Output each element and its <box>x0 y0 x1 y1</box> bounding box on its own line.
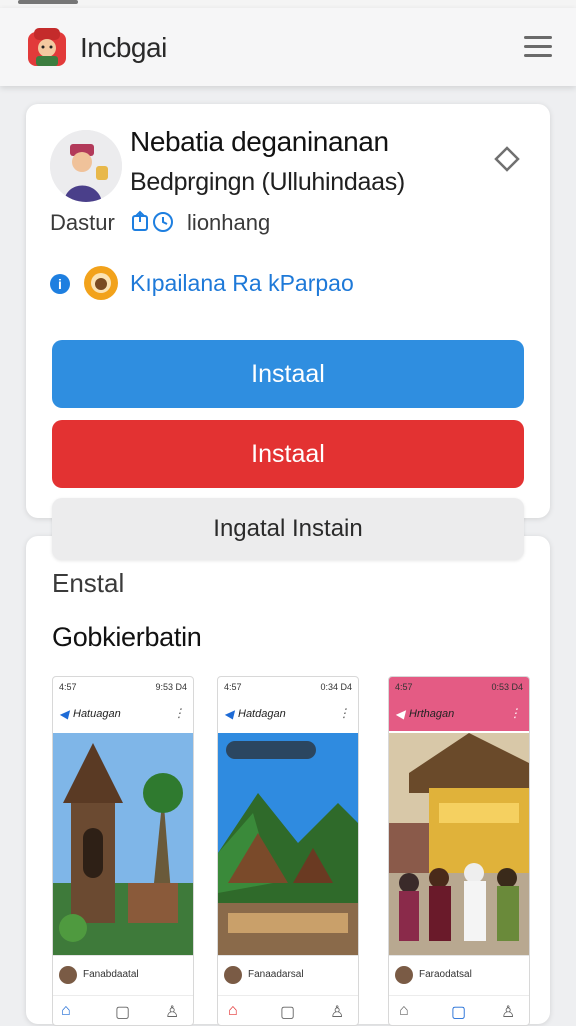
info-icon: i <box>50 274 70 294</box>
screenshot-caption: Fanaadarsal <box>248 969 304 980</box>
screenshot-header: ◀ Hatuagan ⋮ <box>53 697 193 731</box>
screenshot-time: 4:57 <box>395 682 413 692</box>
screenshot-caption-row: Fanabdaatal <box>53 955 193 996</box>
home-icon: ⌂ <box>399 1002 409 1019</box>
screenshot-status: 9:53 D4 <box>155 682 187 692</box>
back-arrow-icon: ◀ <box>59 707 69 721</box>
screenshot-caption-row: Faraodatsal <box>389 955 529 996</box>
avatar <box>395 966 413 984</box>
screenshot-header: ◀ Hatdagan ⋮ <box>218 697 358 731</box>
screenshot-time: 4:57 <box>59 682 77 692</box>
app-bar-title: Incbgai <box>80 32 167 63</box>
back-arrow-icon: ◀ <box>395 707 405 721</box>
back-arrow-icon: ◀ <box>224 707 234 721</box>
hamburger-menu-icon[interactable] <box>524 36 552 58</box>
app-icon <box>50 130 122 202</box>
more-icon: ⋮ <box>173 706 185 720</box>
install-button-secondary[interactable]: Instaal <box>52 420 524 488</box>
profile-icon: ♙ <box>330 1004 345 1021</box>
screenshot-title: Hatdagan <box>238 708 286 720</box>
install-button-tertiary[interactable]: Ingatal Instain <box>52 498 524 560</box>
avatar <box>59 966 77 984</box>
screenshot-nav: ⌂ ▢ ♙ <box>218 995 358 1025</box>
wishlist-icon[interactable] <box>492 144 522 174</box>
app-version: lionhang <box>187 210 271 235</box>
screenshot-time: 4:57 <box>224 682 242 692</box>
apps-icon: ▢ <box>280 1004 296 1021</box>
avatar <box>224 966 242 984</box>
app-bar: Incbgai <box>0 8 576 86</box>
screenshot-nav: ⌂ ▢ ♙ <box>53 995 193 1025</box>
screenshot-caption: Fanabdaatal <box>83 969 139 980</box>
screenshot-status: 0:34 D4 <box>320 682 352 692</box>
profile-icon: ♙ <box>165 1004 180 1021</box>
status-bar <box>0 0 576 13</box>
screenshot-caption: Faraodatsal <box>419 969 472 980</box>
screenshot-photo <box>389 733 529 955</box>
status-icons <box>496 0 558 13</box>
screenshot-status: 0:53 D4 <box>491 682 523 692</box>
screenshot-photo <box>218 733 358 955</box>
app-meta: Dastur lionhang <box>50 210 270 238</box>
screenshot-status-bar: 4:57 0:53 D4 <box>389 677 529 697</box>
home-icon: ⌂ <box>61 1002 71 1019</box>
profile-icon: ♙ <box>501 1004 516 1021</box>
more-icon: ⋮ <box>338 706 350 720</box>
update-icon <box>131 210 175 238</box>
apps-icon: ▢ <box>115 1004 131 1021</box>
screenshot-2[interactable]: 4:57 0:34 D4 ◀ Hatdagan ⋮ Fanaadarsal ⌂ … <box>217 676 359 1026</box>
store-logo-icon[interactable] <box>26 26 68 68</box>
apps-icon: ▢ <box>451 1004 467 1021</box>
app-name: Nebatia deganinanan <box>130 126 389 157</box>
install-button-primary[interactable]: Instaal <box>52 340 524 408</box>
screenshot-photo <box>53 733 193 955</box>
section-heading-screenshots: Gobkierbatin <box>52 622 202 652</box>
screenshot-status-bar: 4:57 9:53 D4 <box>53 677 193 697</box>
screenshot-header: ◀ Hrthagan ⋮ <box>389 697 529 731</box>
screenshot-status-bar: 4:57 0:34 D4 <box>218 677 358 697</box>
screenshot-title: Hatuagan <box>73 708 121 720</box>
screenshot-nav: ⌂ ▢ ♙ <box>389 995 529 1025</box>
app-subtitle: Bedprgingn (Ulluhindaas) <box>130 168 405 196</box>
meta-label: Dastur <box>50 210 115 235</box>
screenshot-3[interactable]: 4:57 0:53 D4 ◀ Hrthagan ⋮ Faraodatsal ⌂ … <box>388 676 530 1026</box>
screenshot-caption-row: Fanaadarsal <box>218 955 358 996</box>
app-detail-card: Nebatia deganinanan Bedprgingn (Ulluhind… <box>26 104 550 518</box>
home-icon: ⌂ <box>228 1002 238 1019</box>
developer-link[interactable]: Kıpailana Ra kParpao <box>130 270 354 297</box>
status-time <box>18 0 78 4</box>
developer-badge-icon <box>84 266 118 300</box>
screenshot-title: Hrthagan <box>409 708 455 720</box>
screenshot-1[interactable]: 4:57 9:53 D4 ◀ Hatuagan ⋮ Fanabdaatal ⌂ … <box>52 676 194 1026</box>
section-heading-install: Enstal <box>52 568 125 598</box>
more-icon: ⋮ <box>509 706 521 720</box>
